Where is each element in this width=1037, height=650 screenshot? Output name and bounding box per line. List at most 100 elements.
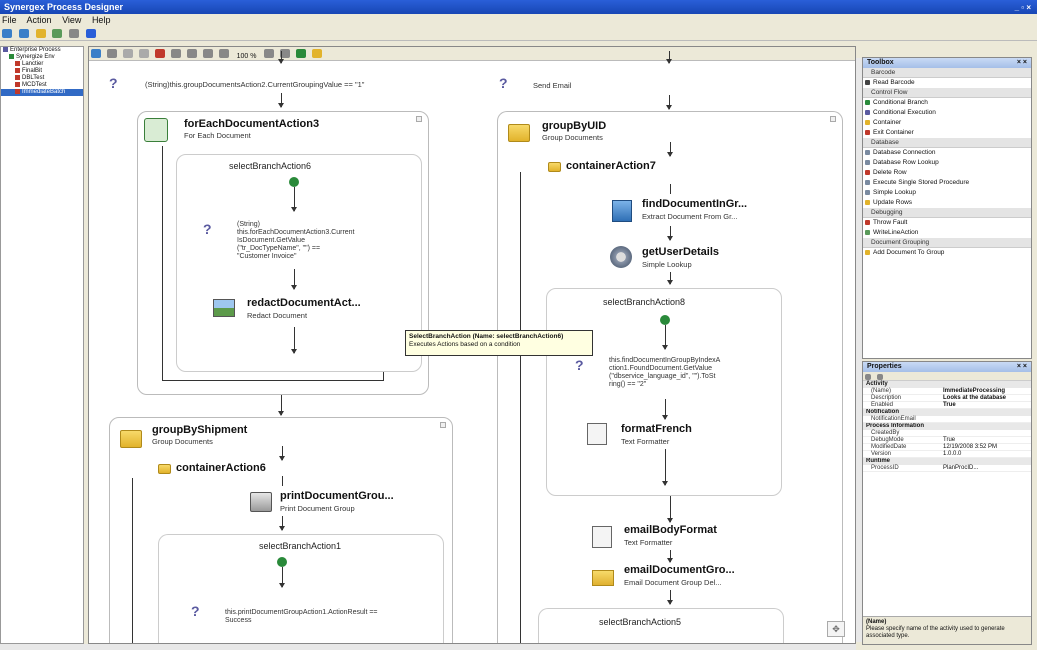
property-row[interactable]: ModifiedDate 12/19/2008 3:52 PM	[863, 444, 1031, 451]
tree-item[interactable]: Synergize Env	[1, 54, 83, 61]
zoom-out-icon[interactable]	[186, 49, 197, 58]
toolbox-item-icon	[865, 170, 870, 175]
property-row[interactable]: NotificationEmail	[863, 416, 1031, 423]
toolbox-item[interactable]: Delete Row	[863, 168, 1031, 178]
collapse-toggle[interactable]	[440, 422, 446, 428]
tree-item[interactable]: Enterprise Process	[1, 47, 83, 54]
property-key: (Name)	[871, 388, 892, 394]
tree-item[interactable]: DBLTest	[1, 75, 83, 82]
menu-action[interactable]: Action	[27, 15, 52, 25]
copy-icon[interactable]	[138, 49, 149, 58]
toolbox-item[interactable]: Conditional Branch	[863, 98, 1031, 108]
property-category[interactable]: Notification	[863, 409, 1031, 416]
toolbox-item[interactable]: Update Rows	[863, 198, 1031, 208]
toolbox-item[interactable]: Conditional Execution	[863, 108, 1031, 118]
toolbox-item-icon	[865, 230, 870, 235]
save-icon[interactable]	[91, 49, 101, 58]
toolbox-item[interactable]: Simple Lookup	[863, 188, 1031, 198]
toolbox-item[interactable]: Exit Container	[863, 128, 1031, 138]
property-category[interactable]: Activity	[863, 381, 1031, 388]
close-icon[interactable]: × ×	[1017, 362, 1027, 372]
tree-item-selected[interactable]: ImmediateBatch	[1, 89, 83, 96]
alphabetical-icon[interactable]	[876, 374, 883, 380]
property-category[interactable]: Process Information	[863, 423, 1031, 430]
folder-icon[interactable]	[312, 49, 323, 58]
print-icon[interactable]	[106, 49, 117, 58]
menu-view[interactable]: View	[62, 15, 81, 25]
toolbox-group[interactable]: Database	[863, 138, 1031, 148]
delete-icon[interactable]	[154, 49, 165, 58]
properties-icon[interactable]	[69, 29, 80, 38]
activity-subtitle: Simple Lookup	[642, 260, 692, 269]
window-icon[interactable]	[85, 29, 96, 38]
toolbox-group[interactable]: Debugging	[863, 208, 1031, 218]
toolbox-item[interactable]: Database Row Lookup	[863, 158, 1031, 168]
toolbox-group[interactable]: Document Grouping	[863, 238, 1031, 248]
cut-icon[interactable]	[122, 49, 133, 58]
group-uid-activity[interactable]: groupByUID Group Documents containerActi…	[497, 111, 843, 643]
forward-icon[interactable]	[18, 29, 29, 38]
workflow-designer: 100 % ? (String)this.groupDocumentsActio…	[88, 46, 856, 644]
zoom-in-icon[interactable]	[170, 49, 181, 58]
process-icon	[3, 47, 8, 52]
property-row[interactable]: (Name) ImmediateProcessing	[863, 388, 1031, 395]
toolbox-item[interactable]: Read Barcode	[863, 78, 1031, 88]
property-row[interactable]: Description Looks at the database	[863, 395, 1031, 402]
zoom-level[interactable]: 100 %	[237, 53, 257, 60]
tree-item[interactable]: FinalBit	[1, 68, 83, 75]
toolbox-group[interactable]: Control Flow	[863, 88, 1031, 98]
toolbox-item[interactable]: Throw Fault	[863, 218, 1031, 228]
property-row[interactable]: DebugMode True	[863, 437, 1031, 444]
select-branch-container[interactable]: selectBranchAction8 ? this.findDocumentI…	[546, 288, 782, 496]
toolbox-item[interactable]: WriteLineAction	[863, 228, 1031, 238]
property-value[interactable]: 12/19/2008 3:52 PM	[943, 444, 997, 451]
close-icon[interactable]: × ×	[1017, 58, 1027, 68]
condition-icon: ?	[109, 75, 118, 91]
designer-hscroll[interactable]	[0, 644, 856, 650]
toolbox-item[interactable]: Execute Single Stored Procedure	[863, 178, 1031, 188]
select-branch-container[interactable]: selectBranchAction6 ? (String) this.forE…	[176, 154, 422, 372]
property-value[interactable]: True	[943, 402, 956, 409]
run-icon[interactable]	[296, 49, 307, 58]
foreach-activity[interactable]: forEachDocumentAction3 For Each Document…	[137, 111, 429, 395]
pan-icon[interactable]	[202, 49, 213, 58]
workflow-canvas[interactable]: ? (String)this.groupDocumentsAction2.Cur…	[89, 51, 855, 643]
window-title: Synergex Process Designer	[4, 2, 124, 12]
collapse-toggle[interactable]	[830, 116, 836, 122]
property-category[interactable]: Runtime	[863, 458, 1031, 465]
pan-icon[interactable]: ✥	[827, 621, 845, 637]
property-value[interactable]: PlanProcID...	[943, 465, 978, 472]
toolbox-item[interactable]: Add Document To Group	[863, 248, 1031, 258]
property-value[interactable]: ImmediateProcessing	[943, 388, 1005, 395]
folder-icon[interactable]	[35, 29, 46, 38]
toolbox-item[interactable]: Container	[863, 118, 1031, 128]
select-branch-container[interactable]: selectBranchAction1 ? this.printDocument…	[158, 534, 444, 643]
window-controls[interactable]: _ ▫ ×	[1015, 1, 1031, 15]
select-branch-container[interactable]: selectBranchAction5	[538, 608, 784, 643]
tree-item[interactable]: Lanctier	[1, 61, 83, 68]
property-value[interactable]: True	[943, 437, 955, 444]
properties-panel: Properties × × Activity (Name) ImmediatePro…	[862, 361, 1032, 645]
toolbox-item[interactable]: Database Connection	[863, 148, 1031, 158]
toolbox-group[interactable]: Barcode	[863, 68, 1031, 78]
menu-help[interactable]: Help	[92, 15, 111, 25]
group-shipment-activity[interactable]: groupByShipment Group Documents containe…	[109, 417, 453, 643]
undo-icon[interactable]	[264, 49, 275, 58]
menu-file[interactable]: File	[2, 15, 17, 25]
property-row[interactable]: ProcessID PlanProcID...	[863, 465, 1031, 472]
back-icon[interactable]	[2, 29, 12, 38]
property-row[interactable]: CreatedBy	[863, 430, 1031, 437]
categorized-icon[interactable]	[865, 374, 871, 380]
tree-item[interactable]: MCDTest	[1, 82, 83, 89]
property-row[interactable]: Enabled True	[863, 402, 1031, 409]
grid-icon[interactable]	[218, 49, 229, 58]
toolbox-item-icon	[865, 160, 870, 165]
collapse-toggle[interactable]	[416, 116, 422, 122]
property-value[interactable]: 1.0.0.0	[943, 451, 961, 458]
grid-icon[interactable]	[52, 29, 63, 38]
property-row[interactable]: Version 1.0.0.0	[863, 451, 1031, 458]
property-value[interactable]: Looks at the database	[943, 395, 1006, 402]
activity-subtitle: Redact Document	[247, 311, 308, 320]
title-bar: Synergex Process Designer _ ▫ ×	[0, 0, 1037, 14]
properties-toolbar	[863, 372, 1031, 381]
